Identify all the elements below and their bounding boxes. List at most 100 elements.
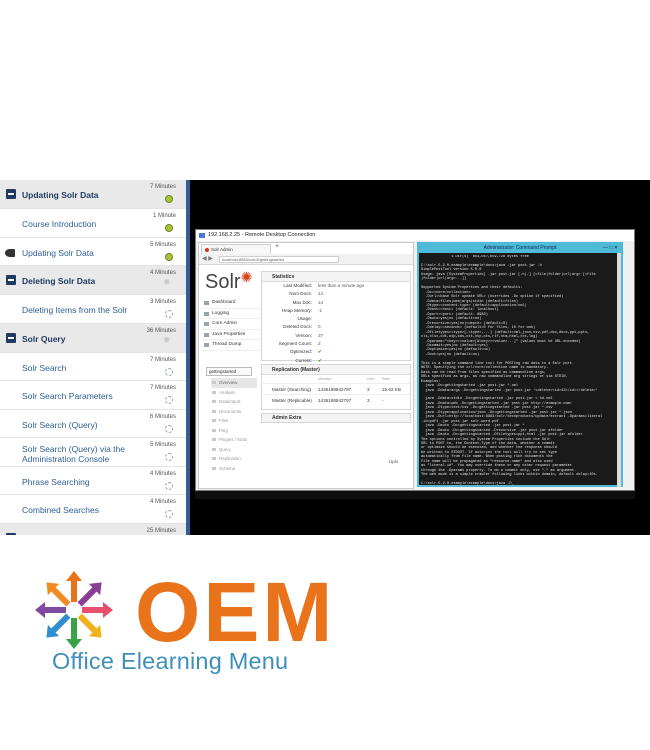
cmd-title: Administrator: Command Prompt <box>419 244 621 253</box>
replication-header-row: Version Gen Size <box>262 375 410 383</box>
stat-value: less than a minute ago <box>318 283 365 288</box>
core-selector[interactable]: gettingstarted <box>206 367 252 376</box>
solr-nav-item[interactable]: Core Admin <box>202 319 260 330</box>
stat-key: Optimized: <box>290 349 312 355</box>
core-menu-item[interactable]: Files <box>211 416 257 426</box>
lesson-item[interactable]: Solr Search 7 Minutes <box>0 353 186 381</box>
lesson-item[interactable]: Combined Searches 4 Minutes <box>0 495 186 524</box>
column-header: Size <box>382 376 390 381</box>
column-header: Version <box>318 376 332 381</box>
table-cell: 3 <box>367 398 370 403</box>
stat-value: 0 <box>318 324 321 330</box>
stat-row: Heap Memory: -1 <box>262 307 410 315</box>
collapse-icon[interactable] <box>6 189 16 199</box>
lesson-item[interactable]: Solr Search (Query) 6 Minutes <box>0 410 186 438</box>
new-tab-icon[interactable]: + <box>275 243 279 250</box>
item-duration: 5 Minutes <box>149 241 176 248</box>
admin-extra-panel[interactable]: Admin Extra <box>261 413 411 423</box>
lesson-item[interactable]: Phrase Searching 4 Minutes <box>0 467 186 495</box>
stat-row: Optimized: ✔ <box>262 348 410 356</box>
core-menu-item[interactable]: Documents <box>211 407 257 417</box>
rdp-title: 192.168.2.25 - Remote Desktop Connection <box>208 232 316 238</box>
completed-icon <box>165 252 173 261</box>
collapse-icon[interactable] <box>6 532 16 535</box>
stat-value: 37 <box>318 332 324 338</box>
not-started-icon <box>165 453 173 461</box>
statistics-heading: Statistics <box>262 272 410 282</box>
remote-desktop-window: 192.168.2.25 - Remote Desktop Connection… <box>195 229 635 491</box>
item-duration: 36 Minutes <box>146 327 176 334</box>
collapse-icon[interactable] <box>6 332 16 343</box>
stat-key: Heap Memory: <box>281 307 312 313</box>
item-title: Updating Solr Data <box>22 247 94 258</box>
item-duration: 7 Minutes <box>149 385 176 391</box>
core-menu: Overview Analysis Dataimport Documents Files… <box>211 378 257 473</box>
column-header: Gen <box>367 376 375 381</box>
course-outline: Updating Solr Data 7 Minutes Course Introd… <box>0 180 190 535</box>
cmd-line: The web mode is a simple crawler followi… <box>421 473 598 478</box>
solr-nav-item[interactable]: Logging <box>202 309 260 319</box>
table-cell: 1435198842797 <box>318 398 352 403</box>
not-started-icon <box>165 310 173 318</box>
item-title: Deleting Solr Data <box>22 276 96 286</box>
core-menu-item[interactable]: Dataimport <box>211 397 257 407</box>
lesson-item[interactable]: Solr Search Parameters 7 Minutes <box>0 381 186 410</box>
command-prompt-window[interactable]: Administrator: Command Prompt — □ ✕ 1 Di… <box>417 242 623 487</box>
collapse-icon[interactable] <box>6 275 16 285</box>
item-duration: 4 Minutes <box>149 470 176 477</box>
stat-value: -1 <box>318 307 323 313</box>
section-header[interactable]: 25 Minutes <box>0 523 186 535</box>
progress-star-icon <box>163 278 173 290</box>
replication-panel: Replication (Master) Version Gen Size Maste… <box>261 364 411 410</box>
back-forward-icon[interactable]: ◀ ▶ <box>202 255 213 262</box>
not-started-icon <box>165 481 173 490</box>
cmd-output: 1 Dir(s) 854,047,659,728 bytes free C:\so… <box>421 255 617 485</box>
core-menu-item[interactable]: Ping <box>211 426 257 436</box>
stat-row: Max Doc: 14 <box>262 299 410 307</box>
core-menu-item[interactable]: Replication <box>211 454 257 464</box>
solr-nav-item[interactable]: Thread Dump <box>202 340 260 351</box>
table-row: Master (Replicable) 1435198842797 3 - <box>262 394 410 405</box>
solr-logo-text: Solr <box>205 271 241 293</box>
stat-value: ✔ <box>318 349 322 355</box>
lesson-item[interactable]: Course Introduction 1 Minute <box>0 209 186 238</box>
cmd-scrollbar[interactable] <box>617 253 621 487</box>
item-title: Course Introduction <box>22 219 97 229</box>
arrows-burst-icon <box>30 566 120 656</box>
window-controls-icon[interactable]: — □ ✕ <box>603 244 618 253</box>
address-bar[interactable]: localhost:8983/solr/#/gettingstarted <box>219 256 339 263</box>
item-duration: 3 Minutes <box>149 299 176 305</box>
item-title: Updating Solr Data <box>22 190 99 200</box>
browser-toolbar: ◀ ▶ localhost:8983/solr/#/gettingstarted <box>199 254 413 265</box>
solr-logo: Solr✺ <box>205 269 252 294</box>
section-header[interactable]: Solr Query 36 Minutes <box>0 323 186 353</box>
browser-tab[interactable]: Solr Admin <box>201 244 271 254</box>
core-menu-item[interactable]: Query <box>211 445 257 455</box>
lesson-item[interactable]: Updating Solr Data 5 Minutes <box>0 238 186 266</box>
browser-window: Solr Admin + ◀ ▶ localhost:8983/solr/#/g… <box>198 242 414 489</box>
lesson-item[interactable]: Deleting Items from the Solr 3 Minutes <box>0 295 186 324</box>
statistics-rows: Last Modified: less than a minute ago Num … <box>262 282 410 365</box>
logo-wordmark: OEM <box>135 565 336 659</box>
core-menu-item[interactable]: Plugins / Stats <box>211 435 257 445</box>
core-menu-item[interactable]: Analysis <box>211 388 257 398</box>
progress-star-icon <box>163 336 173 348</box>
stat-row: Version: 37 <box>262 332 410 340</box>
completed-icon <box>165 224 173 232</box>
solr-nav-item[interactable]: Dashboard <box>202 298 260 309</box>
lesson-item[interactable]: Solr Search (Query) via the Administrati… <box>0 438 186 467</box>
video-player[interactable]: 192.168.2.25 - Remote Desktop Connection… <box>190 180 650 535</box>
core-menu-item[interactable]: Overview <box>211 378 257 388</box>
section-header[interactable]: Updating Solr Data 7 Minutes <box>0 180 186 209</box>
cmd-line: java -Ddata=args -Dc=gettingstarted -jar… <box>421 388 598 393</box>
item-title: Solr Query <box>22 333 66 344</box>
not-started-icon <box>165 510 173 518</box>
solr-nav-item[interactable]: Java Properties <box>202 330 260 340</box>
item-duration: 7 Minutes <box>149 184 176 190</box>
section-header[interactable]: Deleting Solr Data 4 Minutes <box>0 266 186 295</box>
core-menu-item[interactable]: Schema <box>211 464 257 474</box>
item-duration: 7 Minutes <box>149 356 176 363</box>
stat-key: Usage: <box>297 316 312 322</box>
stat-key: Segment Count: <box>278 341 312 347</box>
not-started-icon <box>165 424 173 433</box>
